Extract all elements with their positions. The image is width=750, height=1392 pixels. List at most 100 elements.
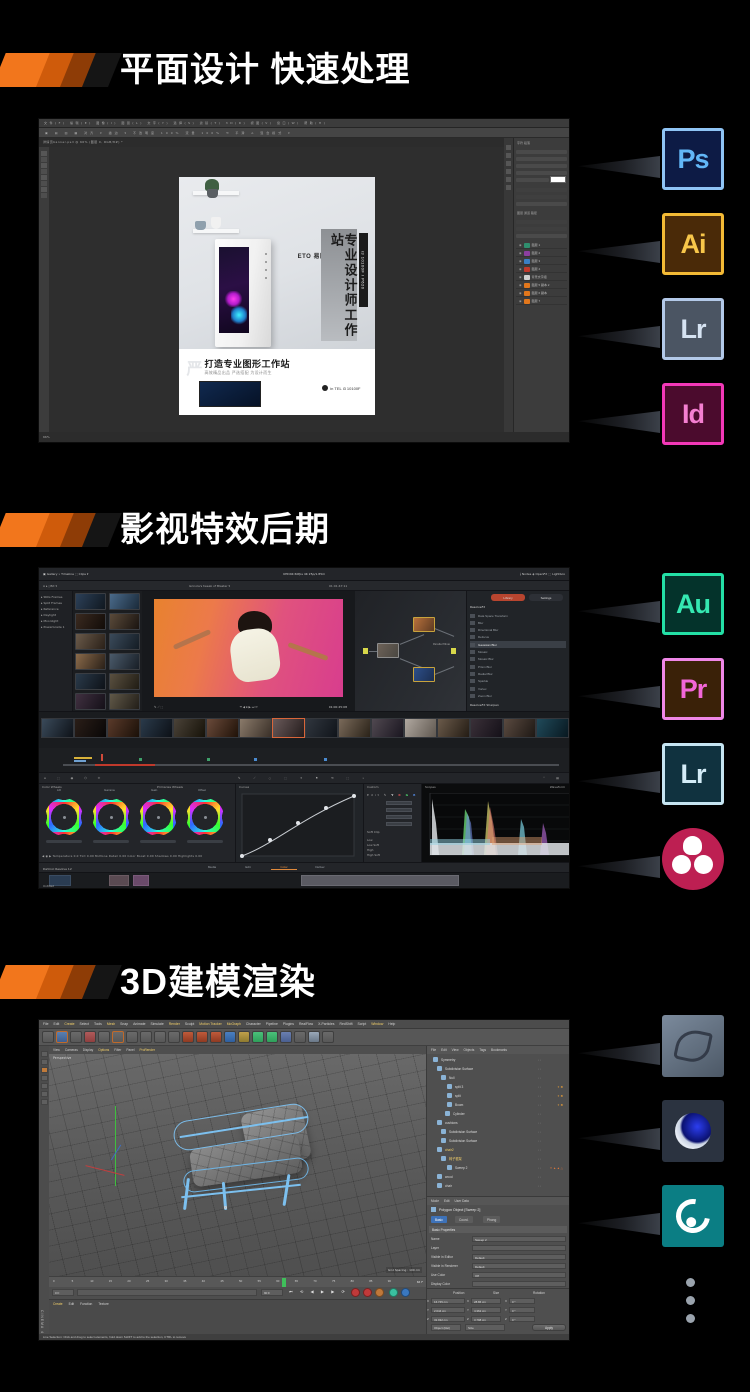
coord-position-y[interactable]: 2.644 cm <box>431 1307 465 1313</box>
object-visibility-dots[interactable]: ◦ ◦ <box>538 1175 541 1179</box>
ps-document-tabs[interactable]: 详情页banner.psd @ 66% (图层 0, RGB/8#) * <box>39 138 569 147</box>
y-axis-icon[interactable] <box>140 1031 152 1043</box>
object-row[interactable]: 椅子框架 ◦ ◦ <box>429 1154 567 1163</box>
menu-animate[interactable]: Animate <box>133 1022 145 1026</box>
menu-script[interactable]: Script <box>358 1022 367 1026</box>
object-visibility-dots[interactable]: ◦ ◦ <box>538 1085 541 1089</box>
clip-thumbnail[interactable] <box>371 718 404 738</box>
ps-toolbar[interactable] <box>39 147 49 442</box>
viewport-menu-view[interactable]: View <box>53 1048 60 1052</box>
object-row[interactable]: chair2 ◦ ◦ <box>429 1145 567 1154</box>
ps-color-swatch[interactable] <box>550 176 566 183</box>
openfx-item[interactable]: Zoom Blur <box>470 692 566 699</box>
objmgr-menu-tags[interactable]: Tags <box>479 1048 486 1052</box>
layer-row[interactable]: ◉ 图层 3 <box>516 258 567 265</box>
eye-icon[interactable]: ◉ <box>519 259 522 263</box>
attribute-value[interactable]: Default <box>472 1254 566 1260</box>
camera-icon[interactable] <box>294 1031 306 1043</box>
clip-thumbnail[interactable] <box>41 718 74 738</box>
end-frame-field[interactable]: 90 F <box>261 1289 283 1296</box>
dv-node-graph[interactable]: Parallel Mixer <box>355 591 468 711</box>
object-visibility-dots[interactable]: ◦ ◦ <box>538 1139 541 1143</box>
c4d-object-manager[interactable]: File Edit View Objects Tags Bookmarks Symmetr… <box>426 1046 569 1196</box>
object-visibility-dots[interactable]: ◦ ◦ <box>538 1058 541 1062</box>
layer-row[interactable]: ◉ 背景文字组 <box>516 274 567 281</box>
clip-thumbnail[interactable] <box>272 718 305 738</box>
gallery-thumbnail[interactable] <box>109 693 140 710</box>
attribute-row[interactable]: Name Sweep 2 <box>431 1235 566 1243</box>
clip-thumbnail[interactable] <box>140 718 173 738</box>
lightroom-icon[interactable]: Lr <box>662 743 724 805</box>
cinema-4d-icon[interactable] <box>662 1100 724 1162</box>
apply-button[interactable]: Apply <box>532 1324 566 1331</box>
openfx-item[interactable]: Vortex <box>470 685 566 692</box>
audition-icon[interactable]: Au <box>662 573 724 635</box>
attribute-value[interactable] <box>472 1245 566 1251</box>
premiere-pro-icon[interactable]: Pr <box>662 658 724 720</box>
openfx-item[interactable]: Defocus <box>470 634 566 641</box>
object-row[interactable]: Subdivision Surface ◦ ◦ <box>429 1064 567 1073</box>
maya-icon[interactable] <box>662 1185 724 1247</box>
attribute-row[interactable]: Display Color <box>431 1280 566 1288</box>
gallery-thumbnail[interactable] <box>109 593 140 610</box>
c4d-material-manager[interactable]: Create Edit Function Texture <box>49 1299 426 1334</box>
wheel-params[interactable]: ◀ ◉ ▶ Temperature 0.0 Tint 0.00 Midtone … <box>42 854 202 858</box>
dv-gallery-panel[interactable]: ▸ Stills Frames ▸ Split Frames ▸ Reference… <box>39 591 142 711</box>
more-apps-icon[interactable] <box>686 1278 695 1332</box>
gallery-thumbnail[interactable] <box>75 593 106 610</box>
object-visibility-dots[interactable]: ◦ ◦ <box>538 1112 541 1116</box>
c4d-playback-bar[interactable]: 0 F 90 F ⏮ ⟲ ◀ ▶ ▶ ⟳ ⏭ <box>49 1287 426 1299</box>
menu-sculpt[interactable]: Sculpt <box>185 1022 194 1026</box>
c4d-menu-bar[interactable]: File Edit Create Select Tools Mesh Snap Animate… <box>39 1020 569 1029</box>
menu-redshift[interactable]: RedShift <box>340 1022 353 1026</box>
dv-color-wheels-panel[interactable]: Color Wheels Primaries Wheels Lift Gamma G… <box>39 784 235 862</box>
rotate-icon[interactable] <box>98 1031 110 1043</box>
dv-scopes-panel[interactable]: Scopes Waveform <box>421 784 569 862</box>
clip-thumbnail[interactable] <box>437 718 470 738</box>
viewport-menu-panel[interactable]: Panel <box>126 1048 134 1052</box>
eye-icon[interactable]: ◉ <box>519 299 522 303</box>
gallery-thumbnail[interactable] <box>109 673 140 690</box>
object-row[interactable]: Boom ◦ ◦ ✦ ✖ <box>429 1100 567 1109</box>
object-visibility-dots[interactable]: ◦ ◦ <box>538 1166 541 1170</box>
object-row[interactable]: chair ◦ ◦ <box>429 1181 567 1190</box>
eye-icon[interactable]: ◉ <box>519 291 522 295</box>
settings-tab[interactable]: Settings <box>529 594 563 601</box>
object-visibility-dots[interactable]: ◦ ◦ <box>538 1184 541 1188</box>
attribute-row[interactable]: Visible in Renderer Default <box>431 1262 566 1270</box>
transport-controls[interactable]: ⏮ ⟲ ◀ ▶ ▶ ⟳ ⏭ <box>289 1289 359 1294</box>
move-icon[interactable] <box>70 1031 82 1043</box>
dv-gallery-groups[interactable]: ▸ Stills Frames ▸ Split Frames ▸ Reference… <box>39 591 73 711</box>
clip-thumbnail[interactable] <box>206 718 239 738</box>
object-visibility-dots[interactable]: ◦ ◦ <box>538 1076 541 1080</box>
gallery-thumbnail[interactable] <box>75 673 106 690</box>
object-visibility-dots[interactable]: ◦ ◦ <box>538 1148 541 1152</box>
openfx-item[interactable]: Sparkle <box>470 678 566 685</box>
tab-coord[interactable]: Coord. <box>455 1216 473 1223</box>
key-position-button[interactable] <box>375 1288 384 1297</box>
library-tab[interactable]: Library <box>491 594 525 601</box>
menu-edit[interactable]: Edit <box>53 1022 59 1026</box>
menu-file[interactable]: File <box>43 1022 48 1026</box>
objmgr-menu-edit[interactable]: Edit <box>441 1048 447 1052</box>
spline-icon[interactable] <box>238 1031 250 1043</box>
openfx-item[interactable]: Blur <box>470 619 566 626</box>
viewport-menu-display[interactable]: Display <box>83 1048 93 1052</box>
render-view-icon[interactable] <box>182 1031 194 1043</box>
attribute-manager-menu[interactable]: Mode Edit User Data <box>427 1197 569 1205</box>
clip-thumbnail[interactable] <box>470 718 503 738</box>
color-wheel-lift[interactable] <box>45 798 83 836</box>
openfx-item[interactable]: Directional Blur <box>470 627 566 634</box>
layer-row[interactable]: ◉ 图层 5 副本 2 <box>516 282 567 289</box>
color-wheel-gain[interactable] <box>139 798 177 836</box>
clip-thumbnail[interactable] <box>305 718 338 738</box>
tab-phong[interactable]: Phong <box>483 1216 501 1223</box>
eye-icon[interactable]: ◉ <box>519 267 522 271</box>
object-row[interactable]: Subdivision Surface ◦ ◦ <box>429 1127 567 1136</box>
node-source[interactable] <box>377 643 399 658</box>
dv-custom-panel[interactable]: Custom Edit ✎ Y R G B Soft Clip Low Low S… <box>363 784 421 862</box>
ps-canvas[interactable]: ETO 易图 i3 10100F / P620 专业设计师工作站 严 打造专业图… <box>49 147 504 432</box>
object-row[interactable]: cushions ◦ ◦ <box>429 1118 567 1127</box>
openfx-item[interactable]: Prism Blur <box>470 663 566 670</box>
object-visibility-dots[interactable]: ◦ ◦ <box>538 1067 541 1071</box>
